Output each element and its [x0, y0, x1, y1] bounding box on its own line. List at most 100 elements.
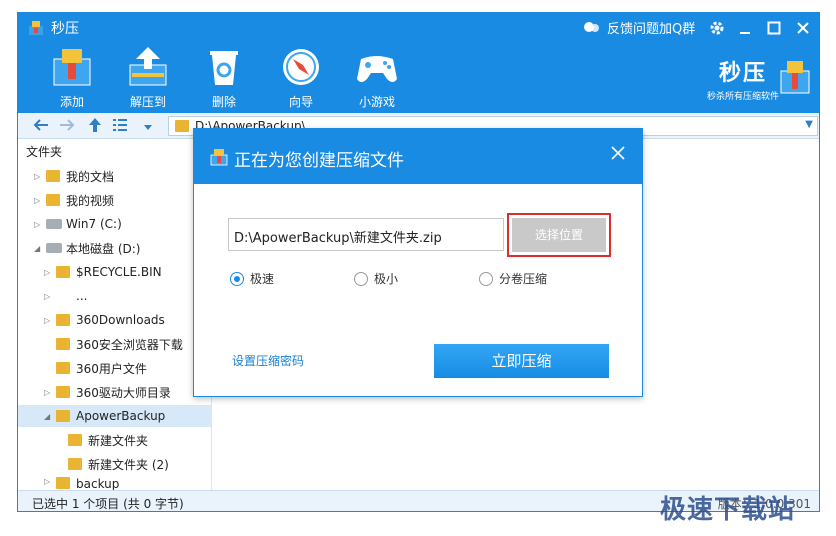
wizard-button[interactable]: 向导	[271, 45, 331, 110]
tree-item-new-folder-2[interactable]: 新建文件夹 (2)	[56, 453, 169, 475]
minimize-icon	[740, 32, 750, 34]
brand-logo: 秒压 秒杀所有压缩软件	[707, 55, 779, 102]
tree-item-label: ...	[76, 289, 88, 303]
close-button[interactable]	[792, 17, 814, 39]
chevron-down-icon	[144, 125, 152, 130]
expand-arrow-icon[interactable]: ▷	[44, 388, 56, 397]
expand-arrow-icon[interactable]: ▷	[34, 220, 46, 229]
archive-path-field[interactable]: D:\ApowerBackup\新建文件夹.zip	[228, 218, 504, 251]
tree-item-360-browser-downloads[interactable]: 360安全浏览器下载	[44, 333, 183, 355]
folder-icon	[56, 410, 70, 422]
folder-icon	[56, 477, 70, 489]
option-smallest-label: 极小	[374, 272, 399, 286]
folder-icon	[56, 266, 70, 278]
mini-game-label: 小游戏	[358, 95, 395, 109]
extract-icon	[129, 47, 167, 86]
close-icon	[797, 22, 809, 34]
tree-item-label: ApowerBackup	[76, 409, 166, 423]
tree-item-my-videos[interactable]: ▷ 我的视频	[34, 189, 114, 211]
expand-arrow-icon[interactable]: ▷	[44, 316, 56, 325]
expand-arrow-icon[interactable]: ▷	[34, 196, 46, 205]
compress-now-button[interactable]: 立即压缩	[434, 344, 609, 378]
settings-button[interactable]	[706, 17, 728, 39]
forward-button[interactable]	[58, 116, 76, 138]
folder-icon	[56, 386, 70, 398]
drive-icon	[46, 219, 62, 229]
tree-item-label: 360用户文件	[76, 361, 147, 376]
folder-icon	[56, 362, 70, 374]
option-split-volume-label: 分卷压缩	[499, 272, 548, 286]
tree-item-label: 新建文件夹 (2)	[88, 457, 169, 472]
gamepad-icon	[357, 56, 397, 82]
back-button[interactable]	[32, 116, 50, 138]
tree-item-recycle-bin[interactable]: ▷ $RECYCLE.BIN	[44, 261, 162, 283]
feedback-link[interactable]: 反馈问题加Q群	[583, 18, 695, 37]
tree-item-label: 我的视频	[66, 193, 115, 208]
window-title: 秒压	[51, 21, 79, 37]
path-dropdown-icon[interactable]: ▼	[805, 119, 813, 130]
drive-icon	[46, 243, 62, 253]
tree-item-label: backup	[76, 477, 120, 491]
dialog-close-button[interactable]	[610, 142, 626, 167]
option-smallest[interactable]: 极小	[354, 270, 398, 287]
tree-item-ellipsis[interactable]: ▷...	[44, 285, 87, 307]
feedback-label: 反馈问题加Q群	[607, 22, 696, 37]
tree-item-drive-c[interactable]: ▷ Win7 (C:)	[34, 213, 122, 235]
minimize-button[interactable]	[734, 17, 756, 39]
arrow-right-icon	[60, 119, 75, 131]
tree-item-360-user-files[interactable]: 360用户文件	[44, 357, 147, 379]
tree-item-my-documents[interactable]: ▷ 我的文档	[34, 165, 114, 187]
main-toolbar: 添加 解压到 删除 向导 小游戏 秒压 秒杀所有压缩软件	[18, 43, 819, 113]
extract-button[interactable]: 解压到	[118, 45, 178, 110]
extract-label: 解压到	[129, 95, 166, 109]
folder-icon	[68, 434, 82, 446]
expand-arrow-icon[interactable]: ▷	[44, 292, 56, 301]
tree-item-new-folder[interactable]: 新建文件夹	[56, 429, 148, 451]
up-button[interactable]	[86, 116, 104, 138]
collapse-arrow-icon[interactable]: ◢	[34, 244, 46, 253]
radio-icon	[354, 271, 368, 286]
tree-item-drive-d[interactable]: ◢ 本地磁盘 (D:)	[34, 237, 140, 259]
brand-name: 秒压	[718, 61, 767, 86]
folder-icon	[46, 170, 60, 182]
expand-arrow-icon[interactable]: ▷	[44, 268, 56, 277]
view-mode-button[interactable]	[111, 116, 129, 138]
add-button[interactable]: 添加	[42, 45, 102, 110]
close-icon	[611, 146, 625, 160]
tree-item-label: 新建文件夹	[88, 433, 149, 448]
brand-box-icon	[780, 61, 810, 94]
delete-label: 删除	[211, 95, 236, 109]
tree-item-360downloads[interactable]: ▷ 360Downloads	[44, 309, 165, 331]
set-password-link[interactable]: 设置压缩密码	[232, 352, 304, 369]
choose-location-highlight: 选择位置	[507, 213, 611, 257]
tree-item-360-driver-master[interactable]: ▷ 360驱动大师目录	[44, 381, 171, 403]
folder-icon	[56, 338, 70, 350]
delete-button[interactable]: 删除	[194, 45, 254, 110]
tree-item-label: 我的文档	[66, 169, 115, 184]
tree-item-label: 360驱动大师目录	[76, 385, 171, 400]
title-bar: 秒压 反馈问题加Q群	[18, 13, 819, 43]
folder-icon	[46, 194, 60, 206]
option-split-volume[interactable]: 分卷压缩	[479, 270, 547, 287]
maximize-button[interactable]	[763, 17, 785, 39]
choose-location-button[interactable]: 选择位置	[512, 218, 606, 252]
dialog-title: 正在为您创建压缩文件	[234, 151, 404, 171]
tree-item-apowerbackup[interactable]: ◢ ApowerBackup	[18, 405, 211, 427]
view-dropdown-button[interactable]	[142, 118, 154, 137]
folder-tree-header: 文件夹	[26, 145, 63, 159]
expand-arrow-icon[interactable]: ▷	[44, 477, 56, 486]
mini-game-button[interactable]: 小游戏	[347, 45, 407, 110]
tree-item-label: 360Downloads	[76, 313, 165, 327]
folder-icon	[56, 314, 70, 326]
brand-slogan: 秒杀所有压缩软件	[706, 92, 779, 102]
radio-icon	[479, 271, 493, 286]
qq-group-icon	[584, 21, 599, 32]
trash-icon	[210, 51, 238, 85]
option-fast-label: 极速	[250, 272, 275, 286]
wizard-label: 向导	[288, 95, 313, 109]
folder-icon	[68, 458, 82, 470]
collapse-arrow-icon[interactable]: ◢	[44, 412, 56, 421]
option-fast[interactable]: 极速	[230, 270, 274, 287]
expand-arrow-icon[interactable]: ▷	[34, 172, 46, 181]
tree-item-backup[interactable]: ▷ backup	[44, 477, 119, 491]
